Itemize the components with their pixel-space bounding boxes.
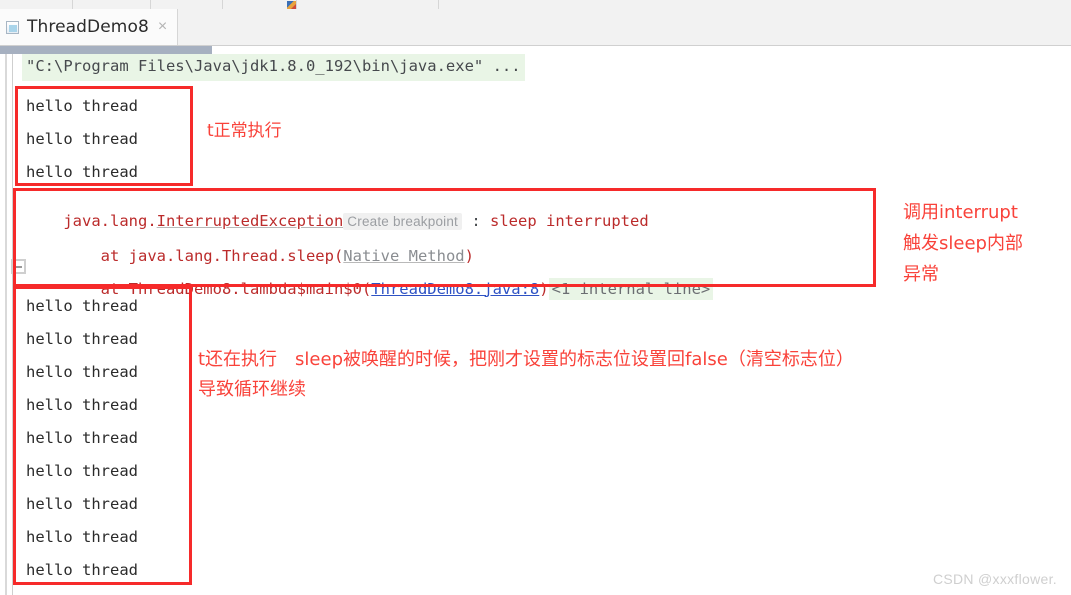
csdn-watermark: CSDN @xxxflower.	[932, 571, 1057, 587]
run-tool-window-tabbar: ThreadDemo8 ×	[0, 9, 1071, 46]
run-configuration-icon	[6, 20, 19, 34]
fold-collapse-icon[interactable]	[11, 259, 26, 274]
horizontal-scrollbar-thumb[interactable]	[0, 46, 212, 54]
console-line: hello thread	[26, 297, 138, 315]
console-line: hello thread	[26, 163, 138, 181]
console-line: hello thread	[26, 97, 138, 115]
toolbar-separator	[222, 0, 223, 9]
toolbar-app-icon[interactable]	[287, 1, 296, 9]
toolbar-separator	[296, 0, 297, 9]
toolbar-separator	[72, 0, 73, 9]
annotation-interrupt-line2: 触发sleep内部	[903, 233, 1023, 254]
gutter-divider	[5, 54, 7, 595]
stacktrace-paren: )	[464, 246, 474, 265]
internal-lines-folded[interactable]: <1 internal line>	[548, 277, 714, 300]
console-line: hello thread	[26, 363, 138, 381]
console-line: hello thread	[26, 396, 138, 414]
console-line: hello thread	[26, 561, 138, 579]
exception-colon: :	[462, 211, 491, 230]
console-line: hello thread	[26, 330, 138, 348]
tab-threaddemo8[interactable]: ThreadDemo8 ×	[0, 9, 179, 45]
annotation-loop-continues-line1: t还在执行 sleep被唤醒的时候，把刚才设置的标志位设置回false（清空标志…	[198, 349, 854, 370]
toolbar-separator	[438, 0, 439, 9]
exception-class-link[interactable]: InterruptedException	[157, 212, 344, 230]
stacktrace-paren: )	[539, 279, 549, 298]
console-line: hello thread	[26, 429, 138, 447]
console-line: hello thread	[26, 462, 138, 480]
console-line: hello thread	[26, 528, 138, 546]
console-line: hello thread	[26, 130, 138, 148]
exception-message: sleep interrupted	[490, 211, 649, 230]
close-icon[interactable]: ×	[158, 19, 167, 35]
stacktrace-frame-text: at ThreadDemo8.lambda$main$0(	[63, 279, 372, 298]
native-method-link[interactable]: Native Method	[343, 247, 464, 265]
console-output-panel[interactable]: "C:\Program Files\Java\jdk1.8.0_192\bin\…	[0, 54, 1071, 595]
annotation-normal-execution: t正常执行	[207, 121, 282, 141]
console-gutter	[0, 54, 13, 595]
annotation-interrupt-line1: 调用interrupt	[903, 202, 1018, 223]
create-breakpoint-hint[interactable]: Create breakpoint	[343, 212, 463, 230]
annotation-loop-continues-line2: 导致循环继续	[198, 379, 306, 400]
stacktrace-frame-text: at java.lang.Thread.sleep(	[63, 246, 344, 265]
tab-title: ThreadDemo8	[27, 17, 149, 37]
source-file-link[interactable]: ThreadDemo8.java:8	[371, 280, 539, 298]
exception-package: java.lang.	[63, 211, 157, 230]
toolbar-separator	[150, 0, 151, 9]
console-command-line: "C:\Program Files\Java\jdk1.8.0_192\bin\…	[22, 54, 525, 81]
console-line: hello thread	[26, 495, 138, 513]
annotation-interrupt-line3: 异常	[903, 264, 939, 285]
